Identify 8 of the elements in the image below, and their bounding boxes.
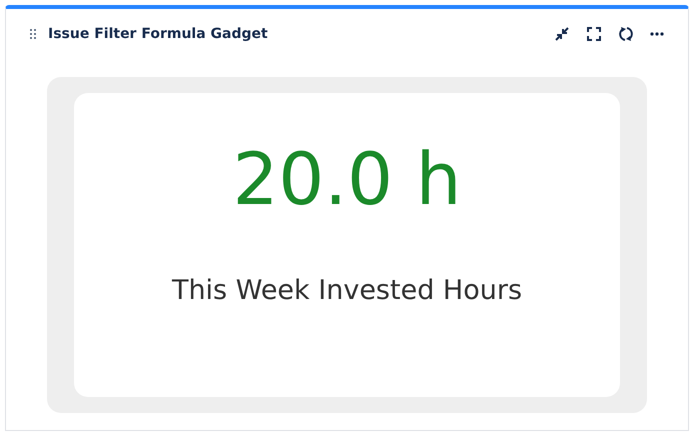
gadget-title: Issue Filter Formula Gadget bbox=[48, 26, 268, 42]
fullscreen-icon[interactable] bbox=[586, 26, 602, 42]
more-icon[interactable] bbox=[650, 32, 664, 36]
minimize-icon[interactable] bbox=[554, 26, 570, 42]
drag-handle-icon[interactable] bbox=[30, 29, 36, 39]
refresh-icon[interactable] bbox=[618, 26, 634, 42]
metric-value: 20.0 h bbox=[232, 143, 462, 215]
metric-label: This Week Invested Hours bbox=[172, 275, 522, 306]
